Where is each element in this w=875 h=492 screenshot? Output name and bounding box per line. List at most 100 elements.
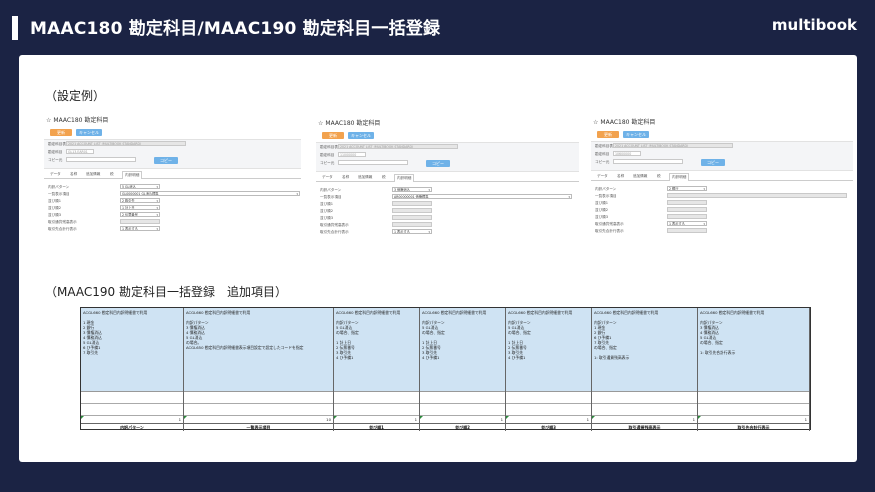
- sheet-empty-cell[interactable]: [81, 392, 183, 404]
- save-button[interactable]: 更新: [322, 132, 344, 139]
- sheet-empty-cell[interactable]: [506, 404, 591, 416]
- sheet-empty-cell[interactable]: [334, 392, 419, 404]
- tab-4[interactable]: 内訳明細: [122, 171, 143, 179]
- sheet-note-cell[interactable]: ACGL660 勘定科目内訳明細書で利用 内訳パターン 3 債権消込 4 債務消…: [698, 308, 809, 392]
- detail-select[interactable]: 2 伝票番号 ▾: [120, 212, 160, 217]
- sheet-header-cell[interactable]: 一覧表示項目: [184, 424, 333, 431]
- screen-title: ☆ MAAC180 勘定科目: [593, 117, 655, 126]
- sheet-length-cell[interactable]: 1: [592, 416, 697, 424]
- sheet-empty-cell[interactable]: [420, 392, 505, 404]
- copy-source-field[interactable]: [613, 159, 683, 164]
- detail-select[interactable]: [392, 215, 432, 220]
- cancel-button[interactable]: キャンセル: [76, 129, 102, 136]
- cancel-button[interactable]: キャンセル: [623, 131, 649, 138]
- detail-select[interactable]: AR00000001 債権標準 ▾: [392, 194, 572, 199]
- tab-1[interactable]: 名称: [70, 172, 77, 177]
- copy-source-field[interactable]: [338, 160, 408, 165]
- sheet-header-cell[interactable]: 並び順3: [506, 424, 591, 431]
- sheet-length-cell[interactable]: 1: [334, 416, 419, 424]
- detail-select[interactable]: 1 表示する ▾: [392, 229, 432, 234]
- sheet-note-cell[interactable]: ACGL660 勘定科目内訳明細書で利用 1 現金 2 銀行 3 債権消込 4 …: [81, 308, 183, 392]
- detail-select[interactable]: 2 取引先 ▾: [120, 198, 160, 203]
- chevron-down-icon: ▾: [568, 195, 570, 199]
- sheet-header-cell[interactable]: 並び順2: [420, 424, 505, 431]
- sheet-header-cell[interactable]: 取引先合計行表示: [698, 424, 809, 431]
- sheet-empty-cell[interactable]: [334, 404, 419, 416]
- sheet-note-cell[interactable]: ACGL660 勘定科目内訳明細書で利用 内訳パターン 5 GL消込 の場合、指…: [506, 308, 591, 392]
- tab-2[interactable]: 追加情報: [633, 174, 647, 179]
- account-code-field[interactable]: 10600000: [613, 151, 641, 156]
- sheet-empty-cell[interactable]: [592, 392, 697, 404]
- sheet-length-cell[interactable]: 1: [420, 416, 505, 424]
- detail-select[interactable]: [667, 193, 847, 198]
- tab-0[interactable]: データ: [50, 172, 61, 177]
- star-icon[interactable]: ☆: [593, 119, 598, 126]
- account-code-field[interactable]: GL13.EAR01: [66, 149, 94, 154]
- detail-label: 取引先合計行表示: [595, 229, 624, 233]
- sheet-empty-cell[interactable]: [184, 392, 333, 404]
- detail-select[interactable]: [667, 207, 707, 212]
- sheet-length-cell[interactable]: 1: [698, 416, 809, 424]
- detail-select[interactable]: [667, 214, 707, 219]
- detail-label: 並び順3: [595, 215, 609, 219]
- detail-select[interactable]: 2 銀行 ▾: [667, 186, 707, 191]
- detail-select[interactable]: 5 GL消込 ▾: [120, 184, 160, 189]
- detail-select[interactable]: 1 表示する ▾: [120, 226, 160, 231]
- form-label: 勘定科目表: [48, 142, 66, 146]
- detail-select[interactable]: 1 計上日 ▾: [120, 205, 160, 210]
- tab-3[interactable]: 税: [657, 174, 661, 179]
- sheet-header-cell[interactable]: 並び順1: [334, 424, 419, 431]
- sheet-header-cell[interactable]: 取引通貨残高表示: [592, 424, 697, 431]
- star-icon[interactable]: ☆: [318, 120, 323, 127]
- sheet-empty-cell[interactable]: [592, 404, 697, 416]
- sheet-note-cell[interactable]: ACGL660 勘定科目内訳明細書で利用 内訳パターン 5 GL消込 の場合、指…: [334, 308, 419, 392]
- tab-0[interactable]: データ: [322, 175, 333, 180]
- tab-3[interactable]: 税: [110, 172, 114, 177]
- detail-select[interactable]: 3 債権消込 ▾: [392, 187, 432, 192]
- tabs-row: データ 名称 追加情報 税 内訳明細: [591, 173, 853, 181]
- tab-2[interactable]: 追加情報: [86, 172, 100, 177]
- star-icon[interactable]: ☆: [46, 117, 51, 124]
- save-button[interactable]: 更新: [597, 131, 619, 138]
- tab-2[interactable]: 追加情報: [358, 175, 372, 180]
- tab-1[interactable]: 名称: [617, 174, 624, 179]
- chevron-down-icon: ▾: [296, 192, 298, 196]
- detail-select[interactable]: GL0000001 GL消込標準 ▾: [120, 191, 300, 196]
- sheet-empty-cell[interactable]: [698, 404, 809, 416]
- sheet-note-cell[interactable]: ACGL660 勘定科目内訳明細書で利用 内訳パターン 1 現金 2 銀行 6 …: [592, 308, 697, 392]
- detail-select[interactable]: [392, 208, 432, 213]
- detail-select[interactable]: [392, 222, 432, 227]
- tab-0[interactable]: データ: [597, 174, 608, 179]
- cancel-button[interactable]: キャンセル: [348, 132, 374, 139]
- copy-button[interactable]: コピー: [701, 159, 725, 166]
- tab-4[interactable]: 内訳明細: [669, 173, 690, 181]
- chevron-down-icon: ▾: [156, 199, 158, 203]
- detail-select[interactable]: [120, 219, 160, 224]
- detail-select[interactable]: [667, 228, 707, 233]
- sheet-length-cell[interactable]: 1: [506, 416, 591, 424]
- sheet-length-cell[interactable]: 10: [184, 416, 333, 424]
- sheet-note-cell[interactable]: ACGL660 勘定科目内訳明細書で利用 内訳パターン 5 GL消込 の場合、指…: [420, 308, 505, 392]
- tab-4[interactable]: 内訳明細: [394, 174, 415, 182]
- sheet-empty-cell[interactable]: [420, 404, 505, 416]
- tab-3[interactable]: 税: [382, 175, 386, 180]
- account-code-field[interactable]: 11000000: [338, 152, 366, 157]
- save-button[interactable]: 更新: [50, 129, 72, 136]
- sheet-note-cell[interactable]: ACGL660 勘定科目内訳明細書で利用 内訳パターン 3 債権消込 4 債務消…: [184, 308, 333, 392]
- sheet-empty-cell[interactable]: [698, 392, 809, 404]
- detail-select[interactable]: [667, 200, 707, 205]
- copy-button[interactable]: コピー: [154, 157, 178, 164]
- sheet-length-cell[interactable]: 1: [81, 416, 183, 424]
- detail-label: 内訳パターン: [320, 188, 342, 192]
- sheet-empty-cell[interactable]: [81, 404, 183, 416]
- detail-select[interactable]: [392, 201, 432, 206]
- tab-1[interactable]: 名称: [342, 175, 349, 180]
- copy-source-field[interactable]: [66, 157, 136, 162]
- detail-select[interactable]: 1 表示する ▾: [667, 221, 707, 226]
- sheet-empty-cell[interactable]: [184, 404, 333, 416]
- sheet-header-cell[interactable]: 内訳パターン: [81, 424, 183, 431]
- copy-button[interactable]: コピー: [426, 160, 450, 167]
- chevron-down-icon: ▾: [703, 187, 705, 191]
- form-label: コピー元: [48, 158, 63, 162]
- sheet-empty-cell[interactable]: [506, 392, 591, 404]
